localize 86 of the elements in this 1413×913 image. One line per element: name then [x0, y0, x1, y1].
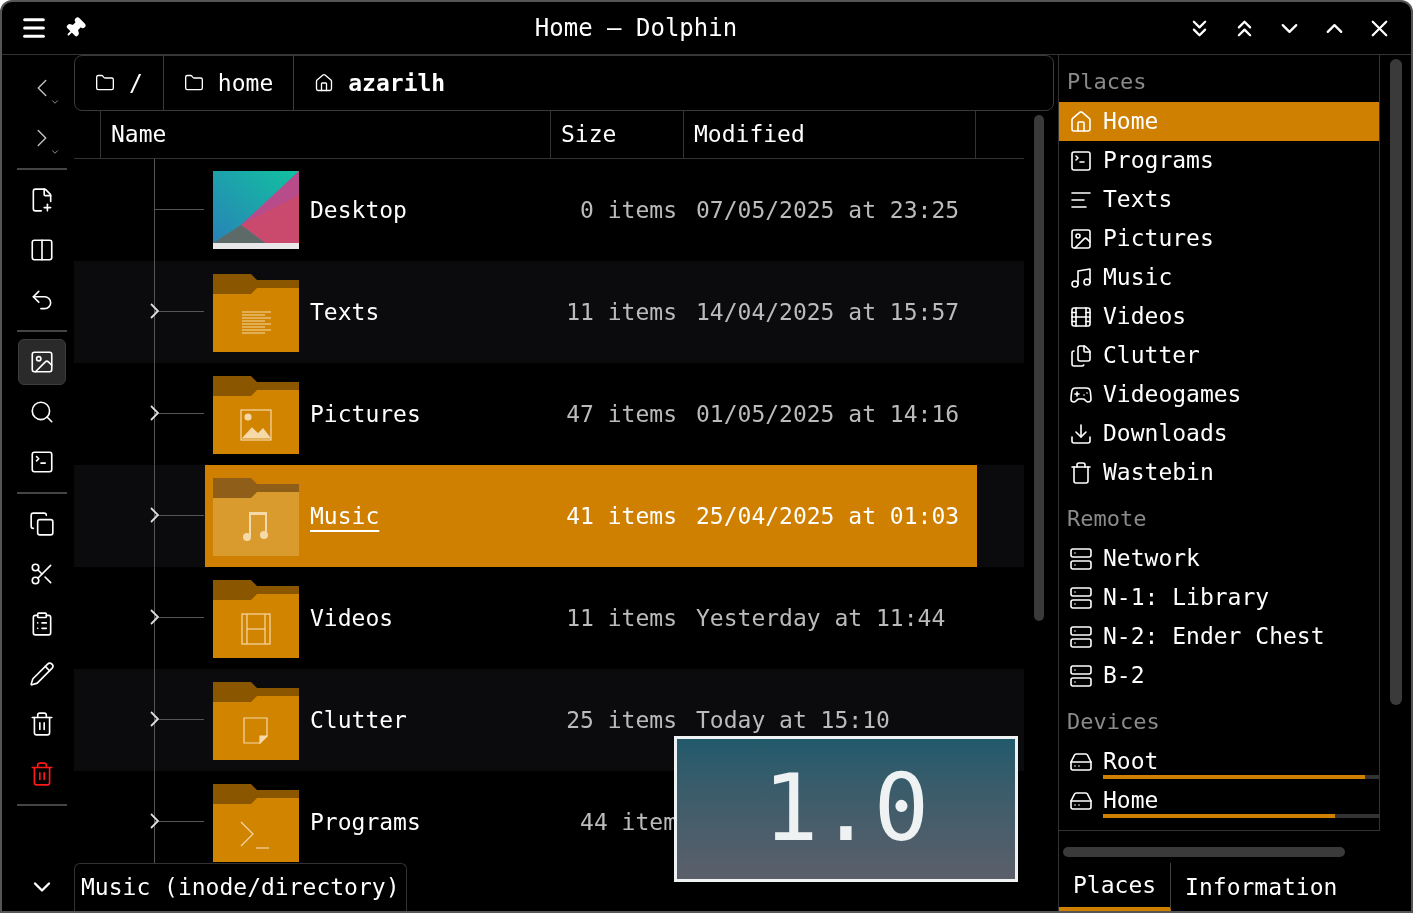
dropdown-caret-icon	[50, 147, 60, 157]
file-name: Music	[310, 502, 380, 529]
image-icon	[29, 349, 55, 375]
place-item[interactable]: Programs	[1059, 141, 1379, 180]
place-item[interactable]: N-2: Ender Chest	[1059, 617, 1379, 656]
file-name: Videos	[310, 604, 394, 631]
breadcrumb-segment[interactable]: home	[162, 56, 294, 110]
place-item[interactable]: Home	[1059, 781, 1379, 820]
file-name: Pictures	[310, 400, 421, 427]
trash-icon	[29, 761, 55, 787]
file-name: Clutter	[310, 706, 407, 733]
film-icon	[1069, 304, 1093, 329]
window-title: Home — Dolphin	[534, 13, 738, 44]
trash-icon	[1069, 460, 1093, 485]
panel-tab[interactable]: Places	[1059, 863, 1172, 911]
folder-icon	[213, 272, 299, 352]
status-bar: Music (inode/directory)	[74, 863, 407, 911]
file-date: 07/05/2025 at 23:25	[696, 195, 960, 225]
file-size: 25 items	[566, 705, 677, 735]
place-item[interactable]: Network	[1059, 539, 1379, 578]
file-size: 47 items	[566, 399, 677, 429]
folder-icon	[213, 374, 299, 454]
column-header[interactable]: Name	[100, 111, 550, 158]
scrollbar-thumb[interactable]	[1034, 115, 1044, 621]
trash-icon	[29, 711, 55, 737]
scrollbar-thumb[interactable]	[1389, 59, 1402, 705]
file-name: Programs	[310, 808, 421, 835]
home-icon	[1069, 109, 1093, 134]
file-item[interactable]: Desktop 0 items 07/05/2025 at 23:25	[205, 159, 977, 261]
dropdown-caret-icon	[50, 97, 60, 107]
file-name: Texts	[310, 298, 380, 325]
section-header: Places	[1066, 68, 1148, 96]
file-date: Yesterday at 11:44	[696, 603, 946, 633]
place-item[interactable]: Root	[1059, 742, 1379, 781]
preview-button[interactable]	[18, 339, 66, 385]
folder-icon	[213, 476, 299, 556]
split-view-icon	[29, 237, 55, 263]
file-date: 01/05/2025 at 14:16	[696, 399, 960, 429]
place-item[interactable]: B-2	[1059, 656, 1379, 695]
file-date: Today at 15:10	[696, 705, 890, 735]
download-icon	[1069, 421, 1093, 446]
server-icon	[1069, 663, 1093, 688]
section-header: Devices	[1066, 708, 1161, 736]
panel-tab[interactable]: Information	[1171, 863, 1352, 911]
terminal-icon	[1069, 148, 1093, 173]
pencil-icon	[29, 661, 55, 687]
scrollbar-thumb[interactable]	[1063, 847, 1345, 857]
file-size: 11 items	[566, 603, 677, 633]
files-icon	[1069, 343, 1093, 368]
folder-icon	[95, 73, 115, 93]
file-size: 11 items	[566, 297, 677, 327]
server-icon	[1069, 624, 1093, 649]
folder-icon	[183, 73, 204, 93]
place-item[interactable]: N-1: Library	[1059, 578, 1379, 617]
column-header[interactable]: Size	[550, 111, 683, 158]
place-item[interactable]: Videogames	[1059, 375, 1379, 414]
file-size: 0 items	[580, 195, 677, 225]
place-item[interactable]: Pictures	[1059, 219, 1379, 258]
home-icon	[314, 73, 335, 93]
column-header[interactable]: Modified	[683, 111, 975, 158]
folder-icon	[213, 680, 299, 760]
folder-icon	[213, 782, 299, 862]
place-item[interactable]: Downloads	[1059, 414, 1379, 453]
file-name: Desktop	[310, 196, 407, 223]
file-size: 41 items	[566, 501, 677, 531]
terminal-icon	[29, 449, 55, 475]
search-icon	[29, 399, 55, 425]
folder-icon	[213, 578, 299, 658]
copy-icon	[29, 511, 55, 537]
zoom-level-popup: 1.0	[674, 736, 1018, 882]
section-header: Remote	[1066, 505, 1148, 533]
file-date: 25/04/2025 at 01:03	[696, 501, 960, 531]
music-note-icon	[1069, 265, 1093, 290]
breadcrumb-segment[interactable]: azarilh	[293, 56, 466, 110]
server-icon	[1069, 585, 1093, 610]
place-item[interactable]: Clutter	[1059, 336, 1379, 375]
image-icon	[1069, 226, 1093, 251]
place-item[interactable]: Texts	[1059, 180, 1379, 219]
file-item[interactable]: Videos 11 items Yesterday at 11:44	[205, 567, 977, 669]
place-item[interactable]: Wastebin	[1059, 453, 1379, 492]
breadcrumb-segment[interactable]: /	[75, 56, 163, 110]
place-item[interactable]: Music	[1059, 258, 1379, 297]
file-date: 14/04/2025 at 15:57	[696, 297, 960, 327]
file-item[interactable]: Pictures 47 items 01/05/2025 at 14:16	[205, 363, 977, 465]
place-item[interactable]: Videos	[1059, 297, 1379, 336]
server-icon	[1069, 546, 1093, 571]
